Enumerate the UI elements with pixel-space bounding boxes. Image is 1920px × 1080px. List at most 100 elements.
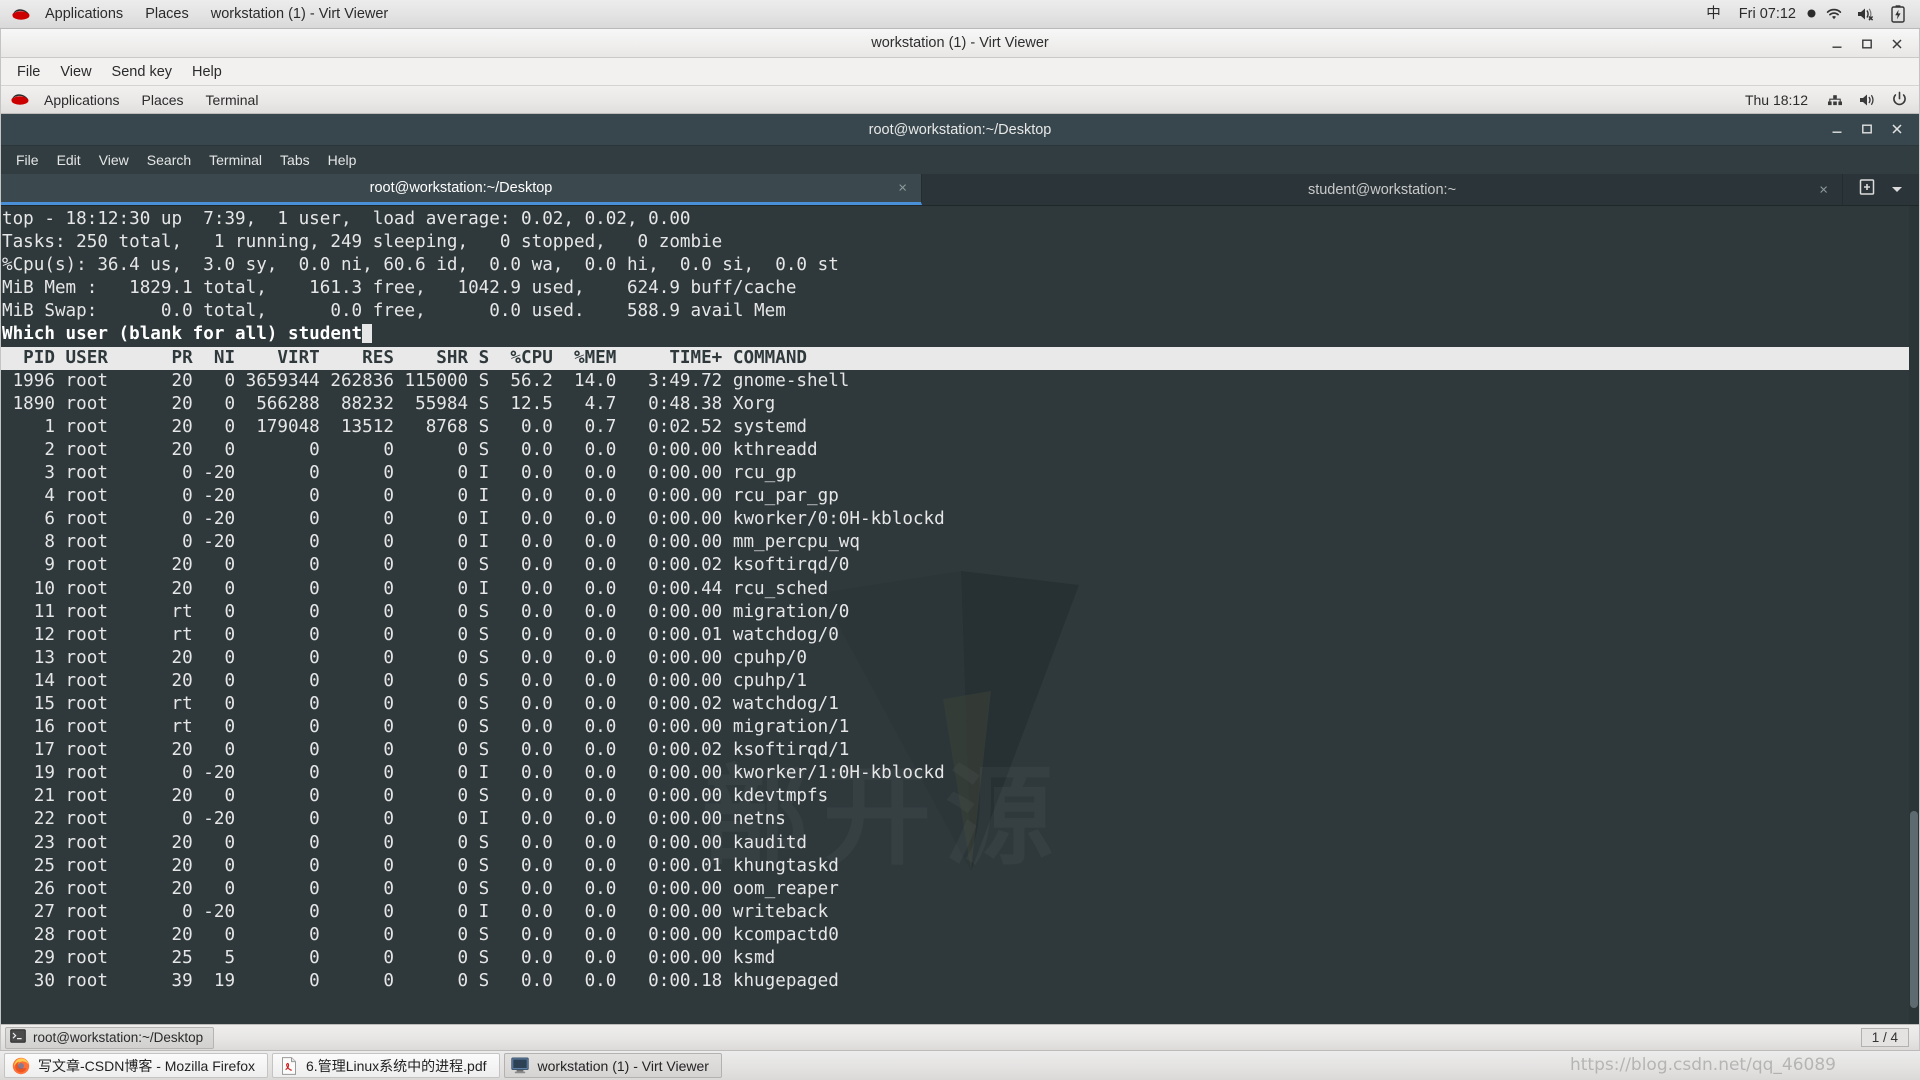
terminal-tab-student[interactable]: student@workstation:~ × <box>922 174 1843 205</box>
term-menu-edit[interactable]: Edit <box>48 149 90 171</box>
top-user-filter-prompt[interactable]: Which user (blank for all) student <box>1 323 1919 346</box>
vv-menu-send-key[interactable]: Send key <box>102 61 182 83</box>
top-summary-line-1: top - 18:12:30 up 7:39, 1 user, load ave… <box>2 209 691 229</box>
process-row: 13 root 20 0 0 0 0 S 0.0 0.0 0:00.00 cpu… <box>2 647 808 668</box>
virt-viewer-menubar: File View Send key Help <box>1 58 1919 86</box>
terminal-scrollbar[interactable] <box>1909 206 1919 1024</box>
battery-charging-icon[interactable] <box>1887 4 1909 24</box>
terminal-tabbar: root@workstation:~/Desktop × student@wor… <box>1 174 1919 206</box>
process-row: 26 root 20 0 0 0 0 S 0.0 0.0 0:00.00 oom… <box>2 878 839 899</box>
terminal-tab-root-label: root@workstation:~/Desktop <box>369 180 553 196</box>
process-row: 12 root rt 0 0 0 0 S 0.0 0.0 0:00.01 wat… <box>2 624 839 645</box>
volume-muted-icon[interactable] <box>1855 4 1877 24</box>
guest-task-terminal-label: root@workstation:~/Desktop <box>33 1030 204 1045</box>
term-menu-file[interactable]: File <box>7 149 48 171</box>
virt-viewer-title: workstation (1) - Virt Viewer <box>871 35 1049 51</box>
guest-task-terminal[interactable]: root@workstation:~/Desktop <box>5 1026 215 1049</box>
power-icon[interactable] <box>1888 90 1910 110</box>
process-row: 6 root 0 -20 0 0 0 I 0.0 0.0 0:00.00 kwo… <box>2 509 945 530</box>
terminal-scrollbar-thumb[interactable] <box>1910 811 1918 1008</box>
top-summary-line-5: MiB Swap: 0.0 total, 0.0 free, 0.0 used.… <box>2 301 786 322</box>
host-clock[interactable]: Fri 07:12 <box>1730 2 1805 27</box>
virt-viewer-window-buttons <box>1823 29 1911 58</box>
top-summary-line-3: %Cpu(s): 36.4 us, 3.0 sy, 0.0 ni, 60.6 i… <box>2 255 839 276</box>
terminal-tab-student-label: student@workstation:~ <box>1307 181 1457 198</box>
process-row: 2 root 20 0 0 0 0 S 0.0 0.0 0:00.00 kthr… <box>2 439 818 460</box>
host-task-firefox-label: 写文章-CSDN博客 - Mozilla Firefox <box>38 1057 256 1074</box>
close-button[interactable] <box>1883 32 1911 56</box>
guest-top-panel: Applications Places Terminal Thu 18:12 <box>1 86 1919 114</box>
terminal-tab-student-close-icon[interactable]: × <box>1819 182 1828 197</box>
terminal-body[interactable]: 部开源 top - 18:12:30 up 7:39, 1 user, load… <box>1 206 1919 1024</box>
term-menu-terminal[interactable]: Terminal <box>200 149 271 171</box>
top-column-header: PID USER PR NI VIRT RES SHR S %CPU %MEM … <box>1 346 1919 370</box>
guest-taskbar: root@workstation:~/Desktop 1 / 4 <box>1 1024 1919 1050</box>
term-menu-search[interactable]: Search <box>138 149 200 171</box>
csdn-watermark: https://blog.csdn.net/qq_46089 <box>1569 1055 1836 1075</box>
guest-menu-applications[interactable]: Applications <box>33 88 131 112</box>
screen: Applications Places workstation (1) - Vi… <box>0 0 1920 1080</box>
network-icon[interactable] <box>1824 90 1846 110</box>
guest-menu-places[interactable]: Places <box>131 88 195 112</box>
process-row: 25 root 20 0 0 0 0 S 0.0 0.0 0:00.01 khu… <box>2 855 839 876</box>
process-row: 1 root 20 0 179048 13512 8768 S 0.0 0.7 … <box>2 416 808 437</box>
guest-clock[interactable]: Thu 18:12 <box>1734 88 1819 112</box>
host-task-firefox[interactable]: 写文章-CSDN博客 - Mozilla Firefox <box>4 1053 269 1078</box>
wifi-icon[interactable] <box>1823 4 1845 24</box>
process-row: 1996 root 20 0 3659344 262836 115000 S 5… <box>2 370 850 391</box>
process-row: 29 root 25 5 0 0 0 S 0.0 0.0 0:00.00 ksm… <box>2 948 776 968</box>
workspace-indicator[interactable]: 1 / 4 <box>1860 1028 1909 1047</box>
host-panel-tray: 中 Fri 07:12 <box>1697 2 1914 27</box>
terminal-icon <box>10 1029 26 1046</box>
top-summary-line-2: Tasks: 250 total, 1 running, 249 sleepin… <box>2 232 723 253</box>
process-row: 9 root 20 0 0 0 0 S 0.0 0.0 0:00.02 ksof… <box>2 555 850 576</box>
virt-viewer-titlebar[interactable]: workstation (1) - Virt Viewer <box>1 29 1919 58</box>
terminal-title: root@workstation:~/Desktop <box>868 121 1052 138</box>
terminal-maximize-button[interactable] <box>1853 117 1881 141</box>
process-row: 4 root 0 -20 0 0 0 I 0.0 0.0 0:00.00 rcu… <box>2 486 839 507</box>
minimize-button[interactable] <box>1823 32 1851 56</box>
host-menu-places[interactable]: Places <box>134 2 200 27</box>
process-row: 22 root 0 -20 0 0 0 I 0.0 0.0 0:00.00 ne… <box>2 809 786 830</box>
virt-viewer-icon <box>511 1056 530 1075</box>
process-row: 28 root 20 0 0 0 0 S 0.0 0.0 0:00.00 kco… <box>2 924 839 945</box>
process-row: 11 root rt 0 0 0 0 S 0.0 0.0 0:00.00 mig… <box>2 601 850 622</box>
terminal-tab-controls <box>1843 174 1919 205</box>
host-menu-applications[interactable]: Applications <box>34 2 134 27</box>
vv-menu-view[interactable]: View <box>50 61 101 83</box>
host-task-virt-viewer-label: workstation (1) - Virt Viewer <box>537 1057 709 1074</box>
vv-menu-help[interactable]: Help <box>182 61 232 83</box>
terminal-tab-root-close-icon[interactable]: × <box>898 181 907 196</box>
host-task-virt-viewer[interactable]: workstation (1) - Virt Viewer <box>503 1053 722 1078</box>
host-task-pdf-label: 6.管理Linux系统中的进程.pdf <box>306 1057 487 1074</box>
maximize-button[interactable] <box>1853 32 1881 56</box>
process-row: 10 root 20 0 0 0 0 I 0.0 0.0 0:00.44 rcu… <box>2 578 829 599</box>
terminal-window: root@workstation:~/Desktop File Edit Vie… <box>1 114 1919 1024</box>
recording-dot-icon <box>1805 2 1818 27</box>
terminal-close-button[interactable] <box>1883 117 1911 141</box>
pdf-icon <box>279 1056 298 1075</box>
process-row: 27 root 0 -20 0 0 0 I 0.0 0.0 0:00.00 wr… <box>2 901 829 922</box>
terminal-menubar: File Edit View Search Terminal Tabs Help <box>1 146 1919 174</box>
terminal-titlebar[interactable]: root@workstation:~/Desktop <box>1 114 1919 146</box>
host-window-title-entry[interactable]: workstation (1) - Virt Viewer <box>200 2 400 27</box>
tab-list-chevron-down-icon[interactable] <box>1890 181 1904 199</box>
new-tab-icon[interactable] <box>1858 178 1876 201</box>
term-menu-help[interactable]: Help <box>319 149 366 171</box>
process-row: 23 root 20 0 0 0 0 S 0.0 0.0 0:00.00 kau… <box>2 832 808 853</box>
process-row: 14 root 20 0 0 0 0 S 0.0 0.0 0:00.00 cpu… <box>2 670 808 691</box>
host-task-pdf[interactable]: 6.管理Linux系统中的进程.pdf <box>272 1053 500 1078</box>
guest-redhat-logo-icon <box>9 89 31 110</box>
virt-viewer-window: workstation (1) - Virt Viewer File View … <box>0 29 1920 1050</box>
vv-menu-file[interactable]: File <box>7 61 50 83</box>
process-row: 21 root 20 0 0 0 0 S 0.0 0.0 0:00.00 kde… <box>2 786 829 807</box>
terminal-tab-root[interactable]: root@workstation:~/Desktop × <box>1 174 922 205</box>
host-top-panel: Applications Places workstation (1) - Vi… <box>0 0 1920 29</box>
terminal-minimize-button[interactable] <box>1823 117 1851 141</box>
firefox-icon <box>11 1056 30 1075</box>
term-menu-tabs[interactable]: Tabs <box>271 149 319 171</box>
ime-indicator[interactable]: 中 <box>1697 2 1730 27</box>
guest-menu-terminal[interactable]: Terminal <box>195 88 270 112</box>
term-menu-view[interactable]: View <box>90 149 138 171</box>
guest-volume-icon[interactable] <box>1856 90 1878 110</box>
